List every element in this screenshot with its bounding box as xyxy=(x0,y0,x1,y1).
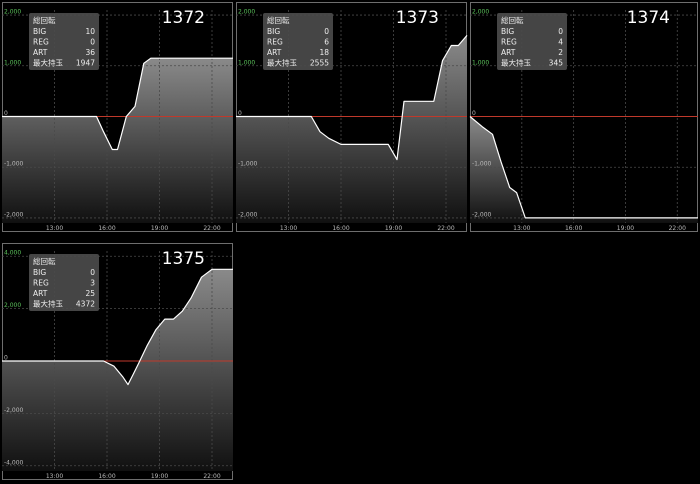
y-tick-label: 2,000 xyxy=(4,9,21,16)
info-label: 最大持玉 xyxy=(501,58,531,68)
info-label: REG xyxy=(501,38,517,47)
y-tick-label: 1,000 xyxy=(238,59,255,66)
x-tick-label: 13:00 xyxy=(46,225,63,232)
x-tick-label: 19:00 xyxy=(385,225,402,232)
info-label: 最大持玉 xyxy=(33,58,63,68)
info-title: 総回転 xyxy=(501,15,524,25)
series-area xyxy=(2,58,233,224)
machine-number: 1374 xyxy=(627,8,670,28)
info-value: 3 xyxy=(90,279,95,288)
info-value: 6 xyxy=(324,38,329,47)
info-value: 1947 xyxy=(76,59,95,68)
charts-canvas: 2,0001,0000-1,000-2,00013:00 16:00 19:00 22… xyxy=(2,2,698,480)
info-value: 345 xyxy=(549,59,564,68)
info-label: ART xyxy=(501,48,516,57)
x-tick-label: 16:00 xyxy=(565,225,582,232)
info-value: 4 xyxy=(558,38,563,47)
info-value: 0 xyxy=(90,268,95,277)
x-tick-label: 22:00 xyxy=(203,225,220,232)
chart-panel-1372: 2,000 1,000 0 -1,000 -2,000 13:00 16:00 19:00 22… xyxy=(2,2,233,232)
x-tick-label: 16:00 xyxy=(98,225,115,232)
x-tick-label: 16:00 xyxy=(332,225,349,232)
x-tick-label: 22:00 xyxy=(437,225,454,232)
y-tick-label: -4,000 xyxy=(4,459,24,466)
info-value: 0 xyxy=(558,27,563,36)
info-label: BIG xyxy=(501,27,514,36)
chart-panel-1375: 4,000 2,000 0 -2,000 -4,000 13:00 16:00 19:00 22… xyxy=(2,243,233,480)
info-label: REG xyxy=(267,38,283,47)
info-label: 最大持玉 xyxy=(33,299,63,309)
info-value: 10 xyxy=(85,27,95,36)
y-tick-label: -2,000 xyxy=(4,407,24,414)
x-tick-label: 22:00 xyxy=(669,225,686,232)
info-value: 0 xyxy=(90,38,95,47)
chart-panel-1373: 2,000 1,000 0 -1,000 -2,000 13:00 16:00 19:00 22… xyxy=(236,2,468,232)
machine-number: 1373 xyxy=(396,8,439,28)
info-label: ART xyxy=(267,48,282,57)
y-tick-label: 2,000 xyxy=(472,9,489,16)
y-tick-label: 0 xyxy=(238,110,242,117)
y-tick-label: -1,000 xyxy=(238,161,258,168)
x-tick-label: 13:00 xyxy=(280,225,297,232)
info-value: 36 xyxy=(85,48,95,57)
info-value: 25 xyxy=(85,289,95,298)
y-tick-label: 1,000 xyxy=(4,59,21,66)
info-title: 総回転 xyxy=(33,15,56,25)
info-label: BIG xyxy=(33,268,46,277)
info-value: 2 xyxy=(558,48,563,57)
info-label: BIG xyxy=(33,27,46,36)
info-value: 0 xyxy=(324,27,329,36)
y-tick-label: 2,000 xyxy=(238,9,255,16)
info-label: ART xyxy=(33,48,48,57)
y-tick-label: -2,000 xyxy=(238,211,258,218)
x-tick-label: 19:00 xyxy=(617,225,634,232)
x-tick-label: 19:00 xyxy=(151,225,168,232)
y-tick-label: 1,000 xyxy=(472,59,489,66)
info-label: REG xyxy=(33,38,49,47)
y-tick-label: -2,000 xyxy=(4,211,24,218)
y-tick-label: -1,000 xyxy=(472,161,492,168)
y-tick-label: -2,000 xyxy=(472,211,492,218)
machine-number: 1375 xyxy=(162,249,205,269)
x-tick-label: 22:00 xyxy=(203,473,220,480)
x-tick-label: 13:00 xyxy=(46,473,63,480)
x-tick-label: 19:00 xyxy=(151,473,168,480)
info-value: 18 xyxy=(319,48,329,57)
info-title: 総回転 xyxy=(267,15,290,25)
machine-number: 1372 xyxy=(162,8,205,28)
x-tick-label: 16:00 xyxy=(98,473,115,480)
info-label: 最大持玉 xyxy=(267,58,297,68)
y-tick-label: 2,000 xyxy=(4,302,21,309)
chart-panel-1374: 2,0001,0000-1,000-2,00013:00 16:00 19:00 22… xyxy=(469,2,698,232)
info-label: BIG xyxy=(267,27,280,36)
y-tick-label: 0 xyxy=(4,355,8,362)
y-tick-label: 0 xyxy=(4,110,8,117)
x-tick-label: 13:00 xyxy=(513,225,530,232)
info-value: 4372 xyxy=(76,300,95,309)
y-tick-label: 0 xyxy=(472,110,476,117)
info-label: REG xyxy=(33,279,49,288)
y-tick-label: 4,000 xyxy=(4,250,21,257)
info-value: 2555 xyxy=(310,59,329,68)
info-label: ART xyxy=(33,289,48,298)
info-title: 総回転 xyxy=(33,256,56,266)
y-tick-label: -1,000 xyxy=(4,161,24,168)
